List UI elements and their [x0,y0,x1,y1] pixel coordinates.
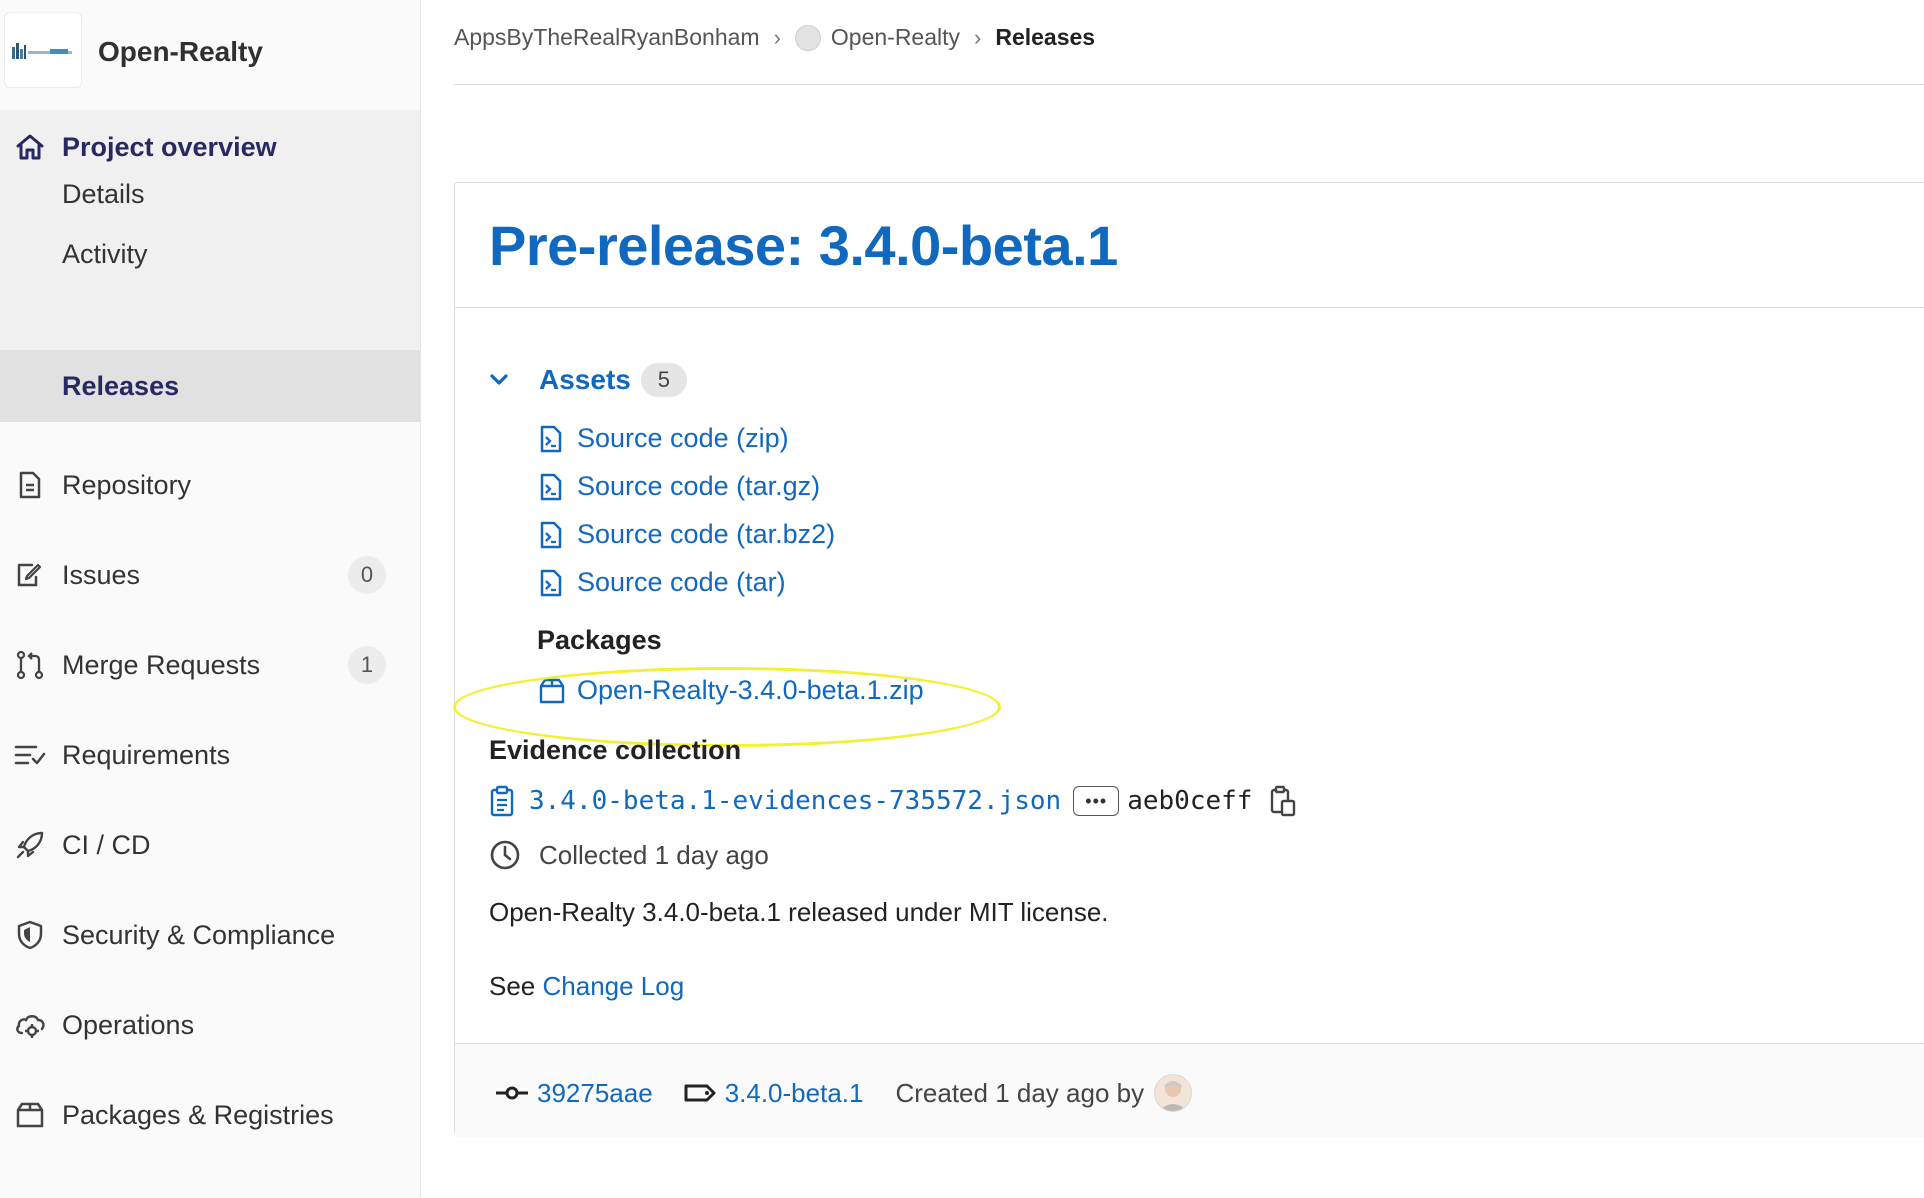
asset-link-label: Source code (tar.bz2) [577,519,836,549]
release-meta: 39275aae 3.4.0-beta.1 Created 1 day ago … [495,1074,1193,1112]
release-title[interactable]: Pre-release: 3.4.0-beta.1 [489,213,1118,278]
project-logo [4,12,82,88]
packages-label: Packages [537,625,662,655]
shield-icon [14,919,46,951]
asset-link-label: Source code (zip) [577,423,789,453]
merge-request-icon [14,649,46,681]
source-code-tarbz2-link[interactable]: Source code (tar.bz2) [539,519,835,550]
clock-icon [489,839,521,871]
sidebar-subitem-label: Activity [62,238,148,269]
sidebar-item-merge-requests[interactable]: Merge Requests 1 [0,628,420,702]
rocket-icon [14,829,46,861]
collected-text: Collected 1 day ago [539,839,769,870]
author-avatar[interactable] [1154,1074,1193,1112]
source-code-tar-link[interactable]: Source code (tar) [539,567,786,598]
commit-sha-link[interactable]: 39275aae [537,1078,653,1109]
breadcrumb-project[interactable]: Open-Realty [831,24,960,51]
sidebar-item-operations[interactable]: Operations [0,988,420,1062]
sidebar-item-label: Requirements [62,739,231,770]
evidence-sha: aeb0ceff [1127,786,1253,816]
release-card-footer: 39275aae 3.4.0-beta.1 Created 1 day ago … [455,1043,1924,1138]
issues-count-badge: 0 [348,556,386,594]
file-code-icon [539,424,565,454]
sidebar-item-label: Operations [62,1009,195,1040]
asset-link-label: Open-Realty-3.4.0-beta.1.zip [577,675,924,705]
ellipsis-icon: ••• [1085,790,1108,811]
file-code-icon [539,472,565,502]
merge-requests-count-badge: 1 [348,646,386,684]
sidebar-subitem-releases[interactable]: Releases [0,350,420,422]
breadcrumb-owner[interactable]: AppsByTheRealRyanBonham [454,24,760,51]
sidebar-item-label: CI / CD [62,829,151,860]
created-by-text: Created 1 day ago by [895,1077,1145,1108]
sidebar-item-label: Repository [62,469,192,500]
project-name[interactable]: Open-Realty [98,36,263,68]
clipboard-icon [489,785,515,817]
commit-icon [495,1083,529,1103]
expand-sha-button[interactable]: ••• [1073,786,1120,816]
sidebar-item-label: Packages & Registries [62,1099,334,1130]
sidebar-item-label: Security & Compliance [62,919,336,950]
package-icon [539,676,565,706]
sidebar-subitem-activity[interactable]: Activity [0,218,420,290]
issues-icon [14,559,46,591]
evidence-row: 3.4.0-beta.1-evidences-735572.json ••• a… [489,785,1298,817]
breadcrumb-current[interactable]: Releases [995,24,1095,51]
file-code-icon [539,568,565,598]
sidebar: Open-Realty Project overview Details Act… [0,0,421,1198]
sidebar-item-security-compliance[interactable]: Security & Compliance [0,898,420,972]
changelog-line: See Change Log [489,971,684,1002]
release-card-header: Pre-release: 3.4.0-beta.1 [455,183,1924,308]
document-icon [14,469,46,501]
package-icon [14,1099,46,1131]
evidence-file-link[interactable]: 3.4.0-beta.1-evidences-735572.json [529,786,1061,816]
sidebar-item-ci-cd[interactable]: CI / CD [0,808,420,882]
cloud-gear-icon [14,1009,46,1041]
release-description: Open-Realty 3.4.0-beta.1 released under … [489,897,1109,927]
evidence-collection-label: Evidence collection [489,735,742,765]
source-code-targz-link[interactable]: Source code (tar.gz) [539,471,820,502]
header-divider [454,84,1924,85]
changelog-link[interactable]: Change Log [543,971,685,1001]
copy-to-clipboard-icon[interactable] [1270,785,1298,817]
tag-link[interactable]: 3.4.0-beta.1 [725,1078,864,1109]
sidebar-item-label: Merge Requests [62,649,261,680]
project-avatar [794,24,821,51]
asset-link-label: Source code (tar) [577,567,786,597]
sidebar-subitem-label: Releases [62,370,180,401]
assets-count-badge: 5 [640,363,687,397]
collected-row: Collected 1 day ago [489,839,769,871]
chevron-right-icon: › [773,24,781,50]
assets-toggle[interactable]: Assets 5 [489,363,687,397]
asset-link-label: Source code (tar.gz) [577,471,821,501]
file-code-icon [539,520,565,550]
sidebar-subitem-label: Details [62,178,145,209]
project-overview-group: Project overview Details Activity Releas… [0,110,420,422]
chevron-down-icon [489,373,515,387]
tag-icon [683,1083,717,1103]
release-card: Pre-release: 3.4.0-beta.1 Assets 5 Sourc… [453,182,1924,1138]
project-header[interactable]: Open-Realty [0,0,420,108]
sidebar-item-requirements[interactable]: Requirements [0,718,420,792]
sidebar-item-repository[interactable]: Repository [0,448,420,522]
assets-label: Assets [539,364,631,395]
sidebar-item-issues[interactable]: Issues 0 [0,538,420,612]
requirements-icon [14,739,46,771]
breadcrumb: AppsByTheRealRyanBonham › Open-Realty › … [454,24,1095,51]
sidebar-item-label: Issues [62,559,141,590]
chevron-right-icon: › [974,24,982,50]
source-code-zip-link[interactable]: Source code (zip) [539,423,789,454]
see-label: See [489,971,536,1001]
package-zip-link[interactable]: Open-Realty-3.4.0-beta.1.zip [539,675,924,706]
sidebar-item-packages-registries[interactable]: Packages & Registries [0,1078,420,1152]
